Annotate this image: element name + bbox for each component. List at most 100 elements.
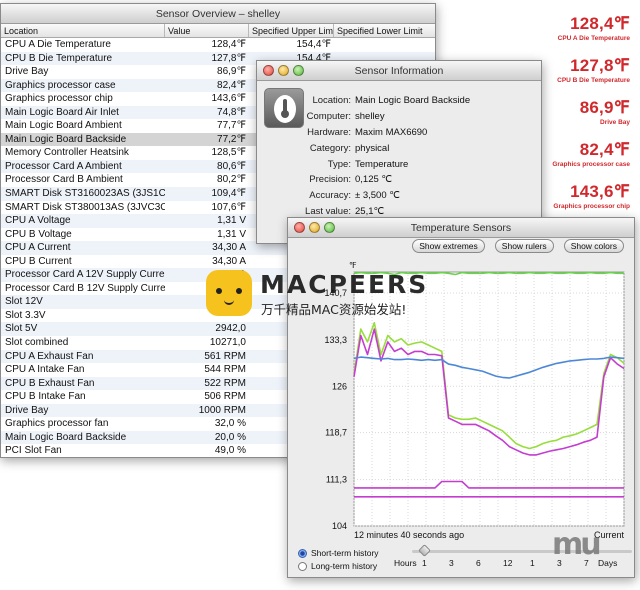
close-button[interactable]	[294, 222, 305, 233]
cell-value: 1000 RPM	[198, 404, 246, 416]
long-term-history-label: Long-term history	[311, 561, 378, 571]
info-field-row: Category: physical	[257, 141, 543, 157]
minimize-button[interactable]	[278, 65, 289, 76]
cell-location: CPU A Intake Fan	[5, 364, 85, 376]
info-field-label: Type:	[327, 158, 351, 170]
minimize-button[interactable]	[309, 222, 320, 233]
cell-location: CPU A Die Temperature	[5, 39, 111, 50]
graph-title: Temperature Sensors	[410, 222, 512, 234]
info-field-row: Precision: 0,125 ℃	[257, 172, 543, 188]
scale-tick: 12	[503, 558, 513, 568]
info-field-row: Type: Temperature	[257, 157, 543, 173]
info-field-value: 0,125 ℃	[355, 174, 393, 186]
cell-location: Graphics processor fan	[5, 418, 109, 430]
info-field-row: Accuracy: ± 3,500 ℃	[257, 188, 543, 204]
history-range-slider-knob[interactable]	[418, 544, 431, 557]
cell-location: CPU B Intake Fan	[5, 391, 86, 403]
cell-location: Drive Bay	[5, 66, 49, 78]
overview-title: Sensor Overview – shelley	[155, 8, 281, 20]
scale-hours-label: Hours	[394, 558, 417, 568]
cell-location: CPU A Voltage	[5, 215, 71, 227]
cell-value: 74,8℉	[217, 106, 246, 118]
cell-location: Slot 3.3V	[5, 309, 46, 321]
cell-value: 20,0 %	[214, 431, 246, 443]
cell-location: Processor Card B 12V Supply Curre	[5, 282, 165, 294]
close-button[interactable]	[263, 65, 274, 76]
y-axis-unit: ℉	[349, 261, 357, 270]
watermark-brand: MACPEERS	[260, 270, 429, 299]
cell-location: Main Logic Board Backside	[5, 133, 127, 145]
scale-days-label: Days	[598, 558, 618, 568]
readout-value: 128,4℉	[570, 14, 630, 33]
cell-value: 561 RPM	[204, 350, 246, 362]
info-field-row: Location: Main Logic Board Backside	[257, 93, 543, 109]
cell-location: CPU B Die Temperature	[5, 52, 113, 64]
long-term-history-radio[interactable]: Long-term history	[298, 561, 377, 571]
info-title: Sensor Information	[354, 65, 444, 77]
cell-location: CPU A Current	[5, 242, 71, 254]
info-titlebar[interactable]: Sensor Information	[257, 61, 541, 81]
cell-location: SMART Disk ST380013AS (3JVC3C4	[5, 201, 165, 213]
info-field-value: physical	[355, 142, 390, 154]
info-field-value: Temperature	[355, 158, 409, 170]
zoom-button[interactable]	[324, 222, 335, 233]
cell-value: 77,7℉	[217, 120, 246, 132]
overview-titlebar[interactable]: Sensor Overview – shelley	[1, 4, 435, 24]
readout-item: 86,9℉ Drive Bay	[580, 98, 630, 126]
cell-location: Graphics processor chip	[5, 93, 113, 105]
readout-label: CPU B Die Temperature	[557, 77, 630, 84]
column-header-value[interactable]: Value	[165, 24, 249, 37]
radio-indicator	[298, 548, 307, 558]
cell-location: PCI Slot Fan	[5, 445, 62, 457]
cell-lower-limit	[334, 38, 434, 52]
scale-tick: 1	[422, 558, 427, 568]
readout-value: 143,6℉	[570, 182, 630, 201]
graph-titlebar[interactable]: Temperature Sensors	[288, 218, 634, 238]
cell-value: 49,0 %	[214, 445, 246, 457]
info-field-label: Precision:	[309, 174, 351, 186]
cell-location: Graphics processor case	[5, 79, 116, 91]
cell-value: 10271,0	[209, 337, 246, 349]
scale-tick: 3	[449, 558, 454, 568]
column-header-lower-limit[interactable]: Specified Lower Limit	[334, 24, 434, 37]
cell-location: CPU B Current	[5, 255, 72, 267]
show-extremes-button[interactable]: Show extremes	[412, 239, 485, 253]
cell-value: 109,4℉	[211, 188, 246, 200]
cell-value: 77,2℉	[217, 133, 246, 145]
column-header-location[interactable]: Location	[1, 24, 165, 37]
short-term-history-label: Short-term history	[311, 548, 379, 558]
show-rulers-button[interactable]: Show rulers	[494, 239, 554, 253]
cell-location: CPU A Exhaust Fan	[5, 350, 94, 362]
history-range-slider[interactable]	[412, 550, 632, 553]
show-colors-button[interactable]: Show colors	[563, 239, 624, 253]
readout-label: CPU A Die Temperature	[557, 35, 630, 42]
cell-value: 127,8℉	[211, 52, 246, 64]
y-tick-label: 133,3	[324, 335, 347, 345]
readout-value: 86,9℉	[579, 98, 630, 117]
short-term-history-radio[interactable]: Short-term history	[298, 548, 379, 558]
info-field-value: ± 3,500 ℃	[355, 190, 400, 202]
info-field-label: Accuracy:	[309, 190, 351, 202]
watermark-subtitle: 万千精品MAC资源始发站!	[261, 302, 407, 317]
column-header-upper-limit[interactable]: Specified Upper Limit	[249, 24, 334, 37]
table-row[interactable]: CPU A Die Temperature 128,4℉ 154,4℉	[1, 38, 435, 52]
scale-tick: 6	[476, 558, 481, 568]
cell-location: Slot combined	[5, 337, 69, 349]
info-field-row: Hardware: Maxim MAX6690	[257, 125, 543, 141]
cell-value: 34,30 A	[212, 242, 246, 254]
cell-location: Main Logic Board Ambient	[5, 120, 122, 132]
macpeers-watermark: MACPEERS 万千精品MAC资源始发站!	[206, 270, 446, 326]
readout-item: 143,6℉ Graphics processor chip	[553, 182, 630, 210]
cell-location: Main Logic Board Air Inlet	[5, 106, 119, 118]
info-field-value: Main Logic Board Backside	[355, 95, 471, 106]
cell-location: CPU B Exhaust Fan	[5, 377, 95, 389]
cell-location: Main Logic Board Backside	[5, 431, 127, 443]
cell-location: Processor Card A Ambient	[5, 160, 122, 172]
info-field-value: Maxim MAX6690	[355, 126, 428, 138]
readout-item: 82,4℉ Graphics processor case	[552, 140, 630, 168]
cell-value: 80,6℉	[217, 160, 246, 172]
zoom-button[interactable]	[293, 65, 304, 76]
readout-label: Graphics processor case	[552, 161, 630, 168]
info-field-label: Computer:	[306, 110, 351, 122]
info-field-label: Location:	[312, 95, 351, 106]
